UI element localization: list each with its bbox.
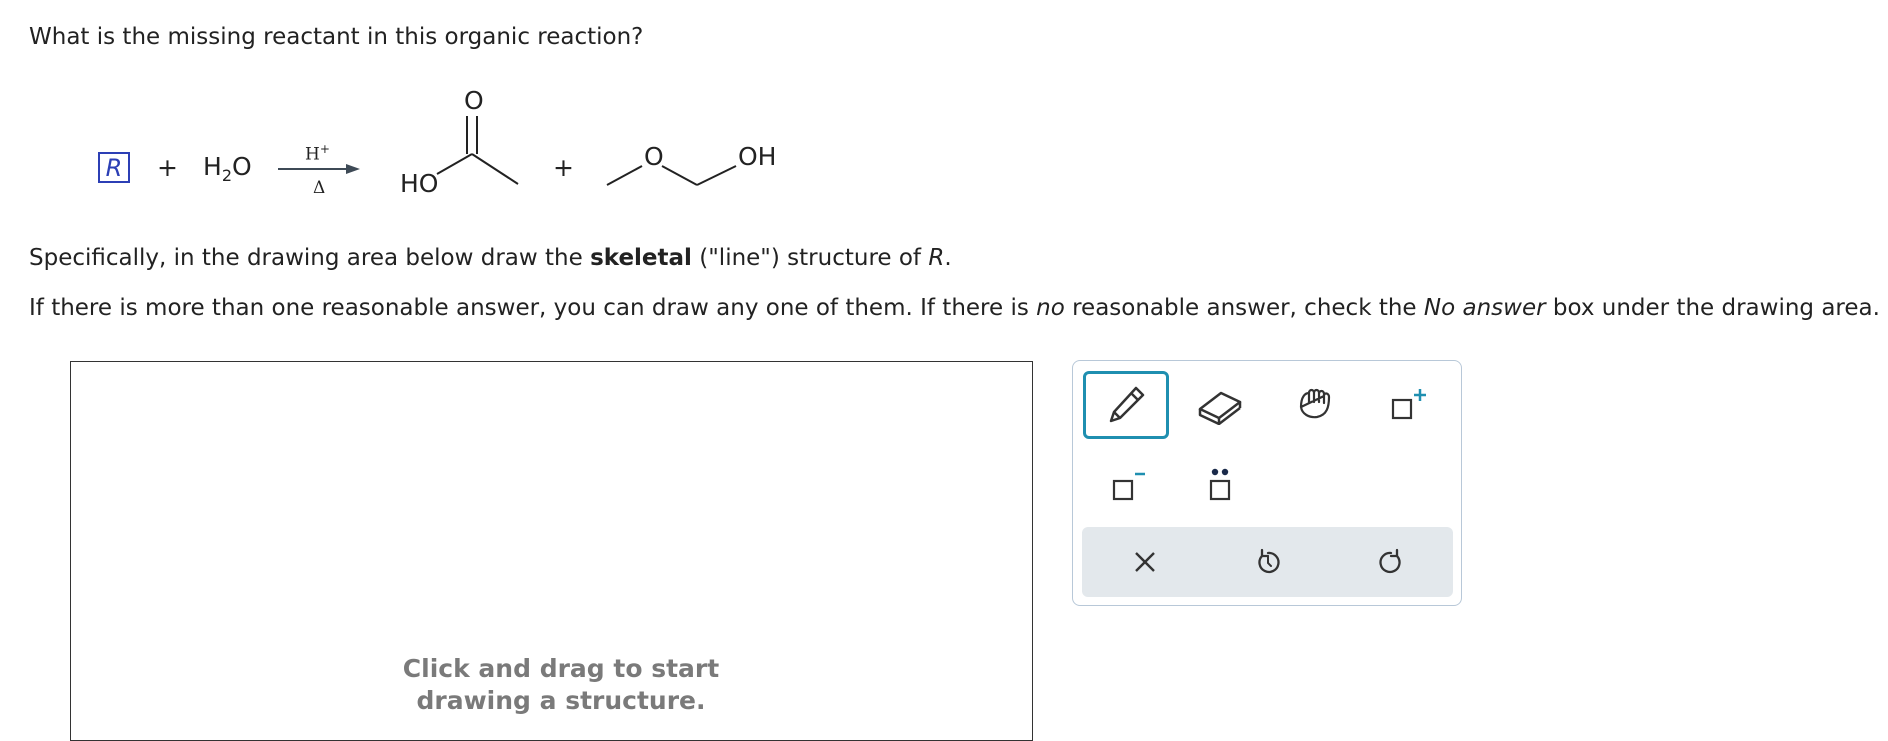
add-charge-icon	[1391, 389, 1426, 420]
eraser-icon	[1198, 391, 1242, 425]
add-negative-charge-button[interactable]	[1083, 450, 1169, 518]
redo-icon	[1379, 548, 1401, 574]
drawing-toolbar	[1072, 360, 1462, 606]
clear-icon	[1135, 552, 1155, 572]
reaction-scheme: R + H2O H+ Δ O HO + O OH	[0, 80, 820, 210]
action-bar	[1082, 527, 1453, 597]
instruction-line-2: If there is more than one reasonable ans…	[29, 295, 1880, 321]
clear-button[interactable]	[1090, 527, 1200, 597]
remove-charge-icon	[1112, 472, 1145, 501]
lone-pair-tool-button[interactable]	[1177, 450, 1263, 518]
undo-icon	[1258, 548, 1280, 574]
canvas-hint: Click and drag to start drawing a struct…	[402, 654, 720, 715]
reaction-arrow-head	[346, 164, 360, 174]
hand-tool-button[interactable]	[1272, 371, 1358, 439]
reaction-bonds	[278, 116, 737, 186]
add-positive-charge-button[interactable]	[1366, 371, 1452, 439]
instruction-line-1: Specifically, in the drawing area below …	[29, 245, 952, 271]
drawing-canvas[interactable]: Click and drag to start drawing a struct…	[70, 361, 1033, 741]
question-title: What is the missing reactant in this org…	[29, 24, 644, 50]
hand-icon	[1299, 388, 1331, 419]
undo-button[interactable]	[1213, 527, 1323, 597]
pencil-tool-button[interactable]	[1083, 371, 1169, 439]
eraser-tool-button[interactable]	[1177, 371, 1263, 439]
pencil-icon	[1109, 386, 1145, 423]
lone-pair-icon	[1209, 468, 1231, 501]
redo-button[interactable]	[1336, 527, 1446, 597]
